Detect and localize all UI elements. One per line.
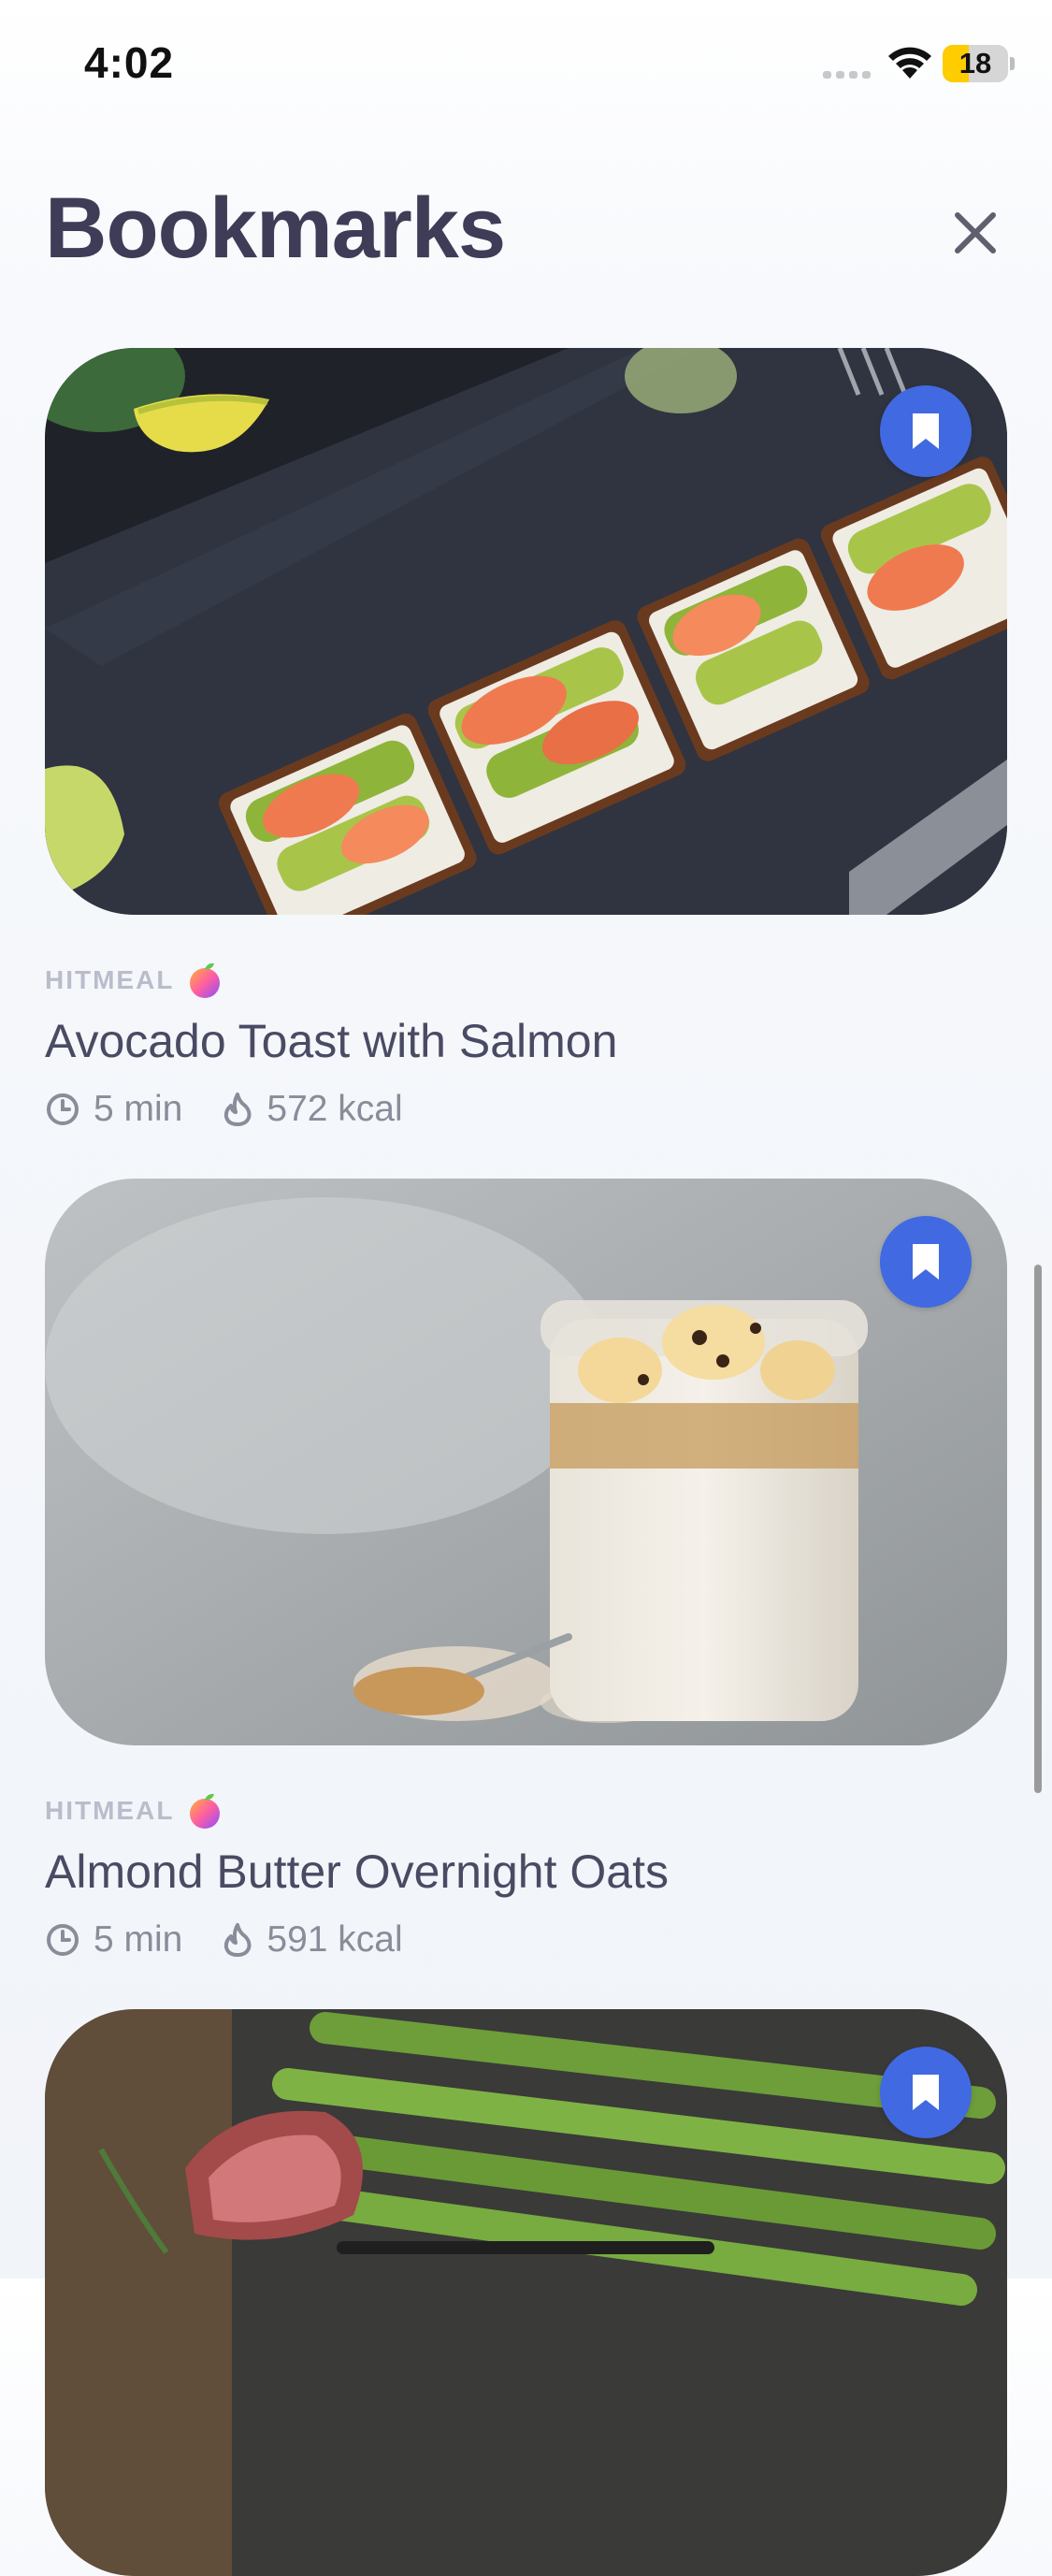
- clock-icon: [47, 1924, 79, 1956]
- home-indicator[interactable]: [337, 2241, 714, 2254]
- recipe-source: HITMEAL: [45, 962, 223, 999]
- status-bar: 4:02 18: [0, 0, 1052, 131]
- recipe-image[interactable]: [45, 1179, 1007, 1745]
- recipe-image[interactable]: [45, 348, 1007, 915]
- page-title: Bookmarks: [45, 181, 506, 276]
- recipe-card[interactable]: [45, 2009, 1007, 2576]
- recipe-title[interactable]: Almond Butter Overnight Oats: [45, 1845, 669, 1899]
- signal-icon: [823, 71, 871, 79]
- recipe-card[interactable]: HITMEAL Avocado Toast with Salmon 5 min …: [45, 348, 1007, 1129]
- bookmark-button[interactable]: [880, 385, 972, 477]
- recipe-kcal: 591 kcal: [267, 1919, 403, 1960]
- recipe-meta: 5 min 591 kcal: [45, 1918, 403, 1962]
- flame-icon: [224, 1093, 252, 1126]
- recipe-time: 5 min: [94, 1089, 183, 1129]
- steak-asparagus-photo: [45, 2009, 1007, 2576]
- bookmark-button[interactable]: [880, 2047, 972, 2138]
- scrollbar[interactable]: [1034, 1265, 1042, 1793]
- recipe-meta: 5 min 572 kcal: [45, 1087, 403, 1132]
- source-label: HITMEAL: [45, 1796, 175, 1825]
- header: Bookmarks: [0, 150, 1052, 318]
- bookmark-icon: [913, 1244, 939, 1280]
- close-icon: [955, 212, 996, 253]
- battery-icon: 18: [943, 45, 1008, 82]
- bookmark-icon: [913, 2075, 939, 2110]
- wifi-icon: [888, 47, 931, 79]
- overnight-oats-photo: [45, 1179, 1007, 1745]
- status-time: 4:02: [84, 38, 175, 87]
- close-button[interactable]: [944, 202, 1006, 264]
- source-label: HITMEAL: [45, 965, 175, 994]
- clock-icon: [47, 1093, 79, 1125]
- flame-icon: [224, 1923, 252, 1957]
- bookmark-icon: [913, 413, 939, 449]
- bookmark-button[interactable]: [880, 1216, 972, 1308]
- recipe-source: HITMEAL: [45, 1792, 223, 1830]
- avocado-toast-photo: [45, 348, 1007, 915]
- battery-cap: [1010, 57, 1015, 70]
- battery-level: 18: [958, 47, 992, 80]
- recipe-card[interactable]: HITMEAL Almond Butter Overnight Oats 5 m…: [45, 1179, 1007, 1960]
- recipe-kcal: 572 kcal: [267, 1089, 403, 1129]
- recipe-title[interactable]: Avocado Toast with Salmon: [45, 1014, 617, 1068]
- recipe-time: 5 min: [94, 1919, 183, 1960]
- hitmeal-logo-icon: [190, 1793, 221, 1829]
- recipe-image[interactable]: [45, 2009, 1007, 2576]
- hitmeal-logo-icon: [190, 962, 221, 998]
